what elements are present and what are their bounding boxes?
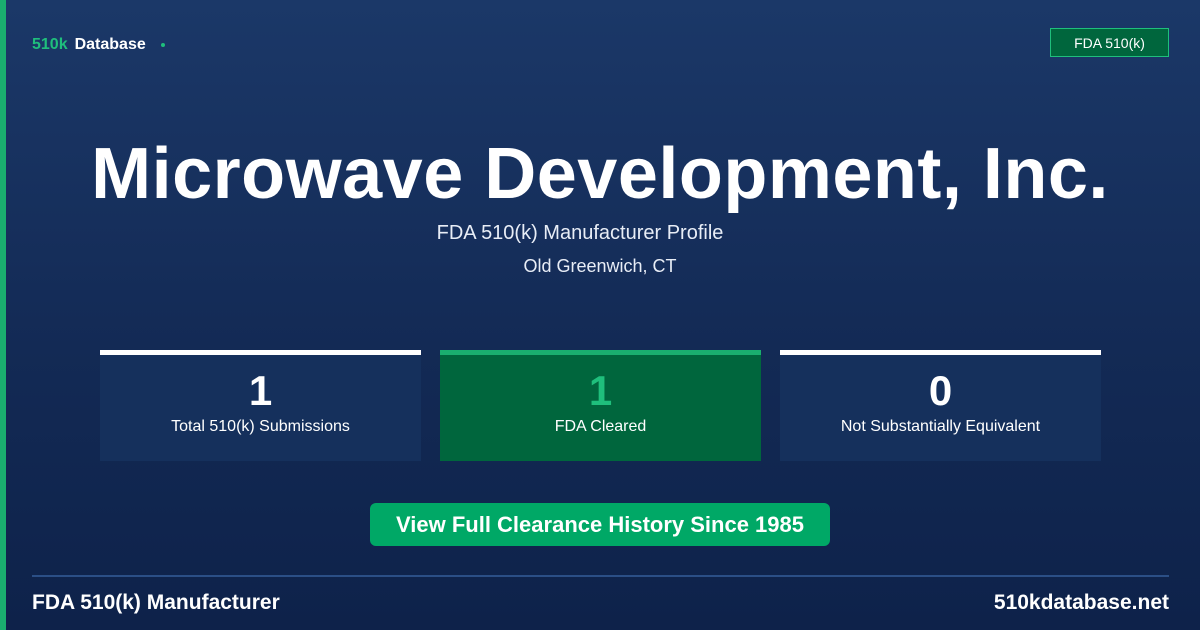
stat-value: 0: [928, 367, 953, 414]
company-name: Microwave Development, Inc.: [91, 134, 1109, 214]
stat-label: Not Substantially Equivalent: [840, 418, 1041, 435]
stat-value: 1: [248, 367, 273, 414]
stats-row: 1 Total 510(k) Submissions 1 FDA Cleared…: [100, 350, 1101, 461]
left-accent-bar: [0, 0, 6, 630]
profile-subtitle: FDA 510(k) Manufacturer Profile: [436, 222, 724, 244]
footer-site-link[interactable]: 510kdatabase.net: [994, 591, 1169, 615]
view-clearance-history-button[interactable]: View Full Clearance History Since 1985: [370, 503, 830, 546]
footer-divider: [32, 575, 1169, 577]
fda-510k-badge: FDA 510(k): [1050, 28, 1169, 57]
stat-label: Total 510(k) Submissions: [171, 418, 350, 435]
brand-accent-text: 510k: [32, 36, 68, 53]
stat-total-submissions: 1 Total 510(k) Submissions: [100, 350, 421, 461]
stat-not-substantially-equivalent: 0 Not Substantially Equivalent: [780, 350, 1101, 461]
stat-fda-cleared: 1 FDA Cleared: [440, 350, 761, 461]
stat-label: FDA Cleared: [554, 418, 647, 435]
footer-category: FDA 510(k) Manufacturer: [32, 591, 280, 614]
company-location: Old Greenwich, CT: [523, 256, 677, 276]
brand-dot-icon: [160, 43, 165, 47]
brand-logo[interactable]: 510k Database: [32, 36, 165, 54]
brand-name-text: Database: [74, 36, 146, 53]
stat-value: 1: [588, 367, 613, 414]
